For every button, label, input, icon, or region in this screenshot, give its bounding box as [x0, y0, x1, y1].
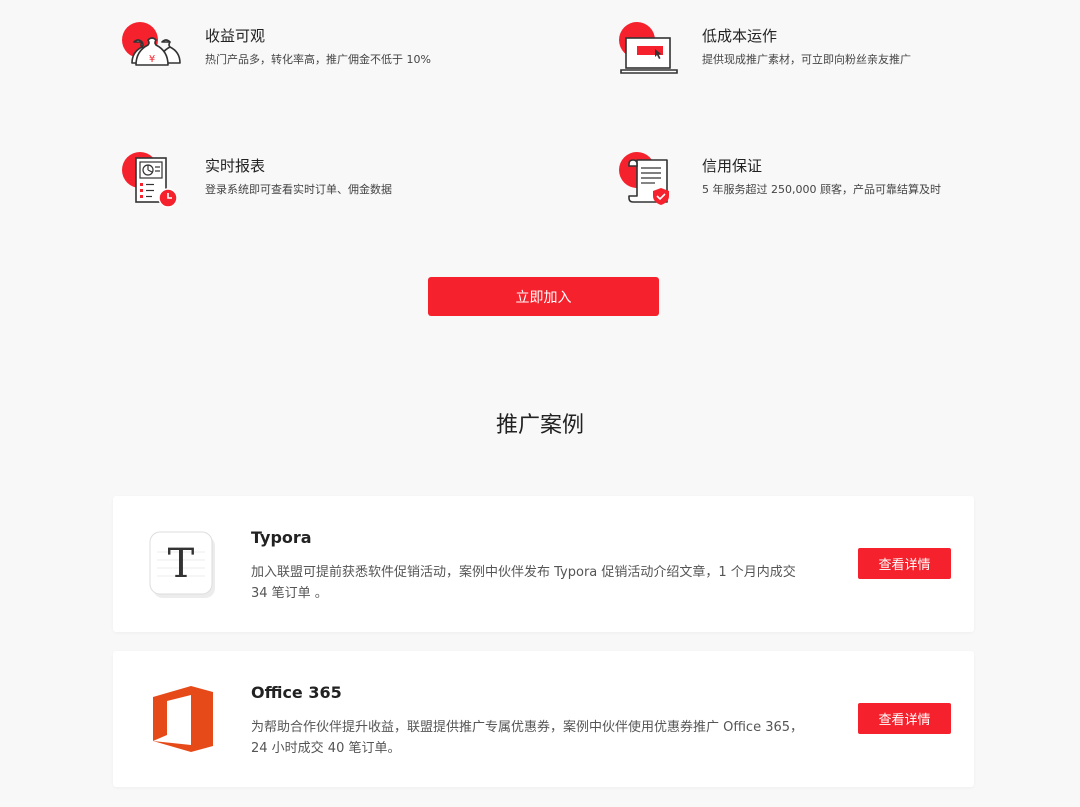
feature-low-cost: 低成本运作 提供现成推广素材，可立即向粉丝亲友推广 — [617, 20, 1057, 90]
case-card-typora: T Typora 加入联盟可提前获悉软件促销活动，案例中伙伴发布 Typora … — [113, 496, 974, 632]
case-name: Typora — [251, 528, 312, 547]
case-description: 加入联盟可提前获悉软件促销活动，案例中伙伴发布 Typora 促销活动介绍文章，… — [251, 565, 796, 601]
case-description: 为帮助合作伙伴提升收益，联盟提供推广专属优惠券，案例中伙伴使用优惠券推广 Off… — [251, 720, 804, 756]
section-title-cases: 推广案例 — [495, 413, 584, 438]
office-logo-icon — [153, 686, 213, 752]
join-now-button[interactable]: 立即加入 — [428, 277, 659, 316]
svg-text:¥: ¥ — [149, 54, 155, 65]
view-details-button[interactable]: 查看详情 — [858, 548, 951, 579]
feature-desc: 热门产品多，转化率高，推广佣金不低于 10% — [205, 53, 431, 66]
feature-title: 低成本运作 — [702, 27, 778, 45]
case-name: Office 365 — [251, 683, 342, 702]
feature-desc: 登录系统即可查看实时订单、佣金数据 — [205, 183, 392, 196]
svg-text:T: T — [168, 541, 195, 587]
typora-logo-icon: T — [149, 531, 215, 598]
report-icon — [122, 152, 178, 208]
feature-realtime-report: 实时报表 登录系统即可查看实时订单、佣金数据 — [120, 150, 560, 220]
feature-credit-guarantee: 信用保证 5 年服务超过 250,000 顾客，产品可靠结算及时 — [617, 150, 1057, 220]
view-details-button[interactable]: 查看详情 — [858, 703, 951, 734]
money-bags-icon: ¥ — [122, 22, 181, 66]
feature-title: 实时报表 — [205, 157, 266, 175]
feature-title: 收益可观 — [205, 27, 266, 45]
certificate-icon — [619, 152, 669, 205]
feature-desc: 5 年服务超过 250,000 顾客，产品可靠结算及时 — [702, 183, 941, 196]
laptop-icon — [619, 22, 678, 74]
case-card-office365: Office 365 为帮助合作伙伴提升收益，联盟提供推广专属优惠券，案例中伙伴… — [113, 651, 974, 787]
feature-title: 信用保证 — [702, 157, 763, 175]
feature-desc: 提供现成推广素材，可立即向粉丝亲友推广 — [702, 53, 911, 66]
feature-revenue: ¥ 收益可观 热门产品多，转化率高，推广佣金不低于 10% — [120, 20, 560, 90]
